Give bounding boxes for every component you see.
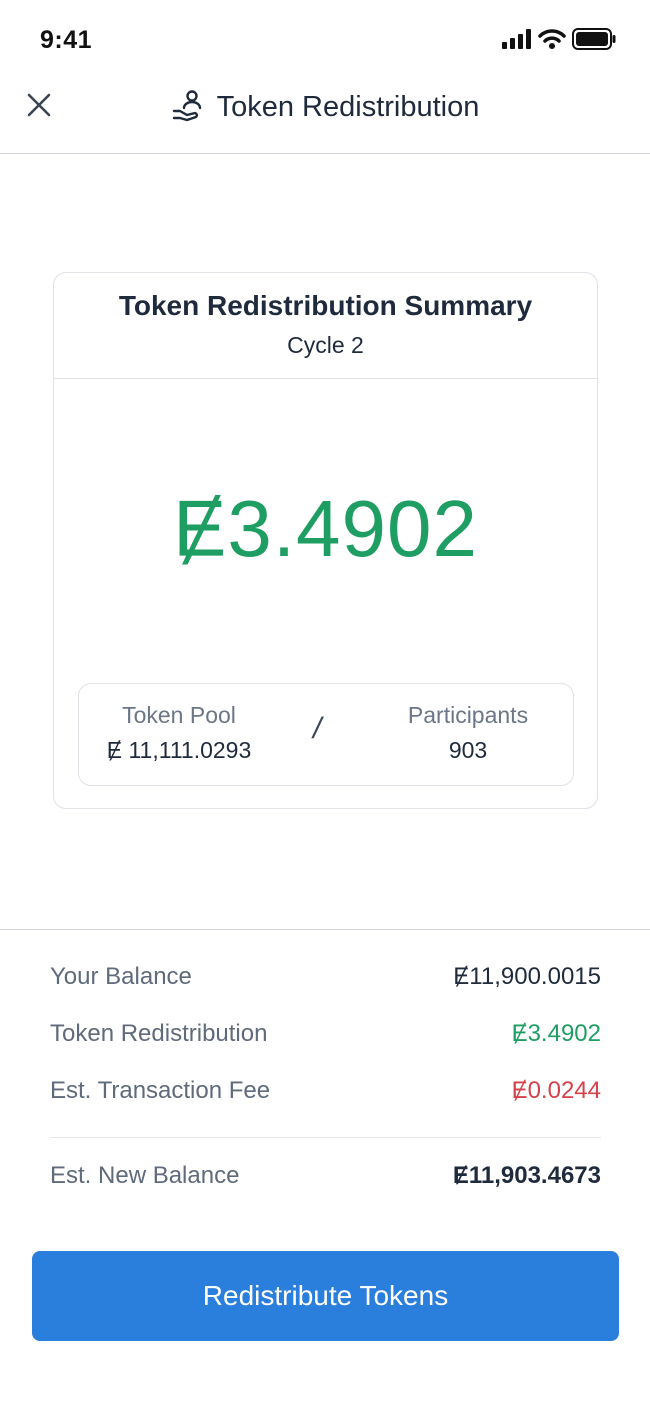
- balance-label: Your Balance: [50, 963, 192, 990]
- redistribution-row: Token Redistribution Ɇ3.4902: [50, 1020, 601, 1060]
- new-balance-row: Est. New Balance Ɇ11,903.4673: [50, 1162, 601, 1202]
- fee-value: Ɇ0.0244: [511, 1077, 601, 1104]
- token-pool-value: Ɇ 11,111.0293: [106, 737, 252, 763]
- new-balance-label: Est. New Balance: [50, 1162, 240, 1189]
- fee-label: Est. Transaction Fee: [50, 1077, 271, 1104]
- redistribute-tokens-button[interactable]: Redistribute Tokens: [32, 1251, 619, 1341]
- battery-icon: [572, 28, 616, 55]
- token-pool-label: Token Pool: [122, 702, 236, 728]
- total-divider: [50, 1137, 601, 1138]
- summary-title: Token Redistribution Summary: [118, 290, 533, 321]
- redistribution-label: Token Redistribution: [50, 1020, 268, 1047]
- summary-card: Token Redistribution Summary Cycle 2 Ɇ3.…: [53, 272, 598, 809]
- page-title: Token Redistribution: [216, 91, 480, 123]
- fee-row: Est. Transaction Fee Ɇ0.0244: [50, 1077, 601, 1117]
- participants-value: 903: [448, 737, 488, 763]
- cycle-label: Cycle 2: [287, 332, 364, 358]
- pool-participants-box: Token Pool Ɇ 11,111.0293 / Participants …: [78, 683, 574, 786]
- balance-row: Your Balance Ɇ11,900.0015: [50, 963, 601, 1003]
- division-separator: /: [313, 712, 322, 745]
- redistribution-amount: Ɇ3.4902: [172, 484, 479, 573]
- summary-card-header: Token Redistribution Summary Cycle 2: [54, 273, 597, 379]
- cellular-signal-icon: [502, 29, 532, 54]
- redistribution-value: Ɇ3.4902: [511, 1020, 601, 1047]
- status-time: 9:41: [40, 26, 93, 54]
- hand-with-person-icon: [171, 88, 205, 127]
- status-icons: [502, 28, 616, 55]
- header-title-group: Token Redistribution: [0, 88, 650, 127]
- participants-stat: Participants 903: [373, 702, 563, 764]
- header: Token Redistribution: [0, 80, 650, 154]
- participants-label: Participants: [407, 702, 529, 728]
- wifi-icon: [538, 28, 566, 55]
- token-pool-stat: Token Pool Ɇ 11,111.0293: [84, 702, 274, 764]
- status-bar: 9:41: [0, 0, 650, 80]
- balance-value: Ɇ11,900.0015: [453, 963, 601, 990]
- section-divider: [0, 929, 650, 930]
- new-balance-value: Ɇ11,903.4673: [452, 1162, 601, 1189]
